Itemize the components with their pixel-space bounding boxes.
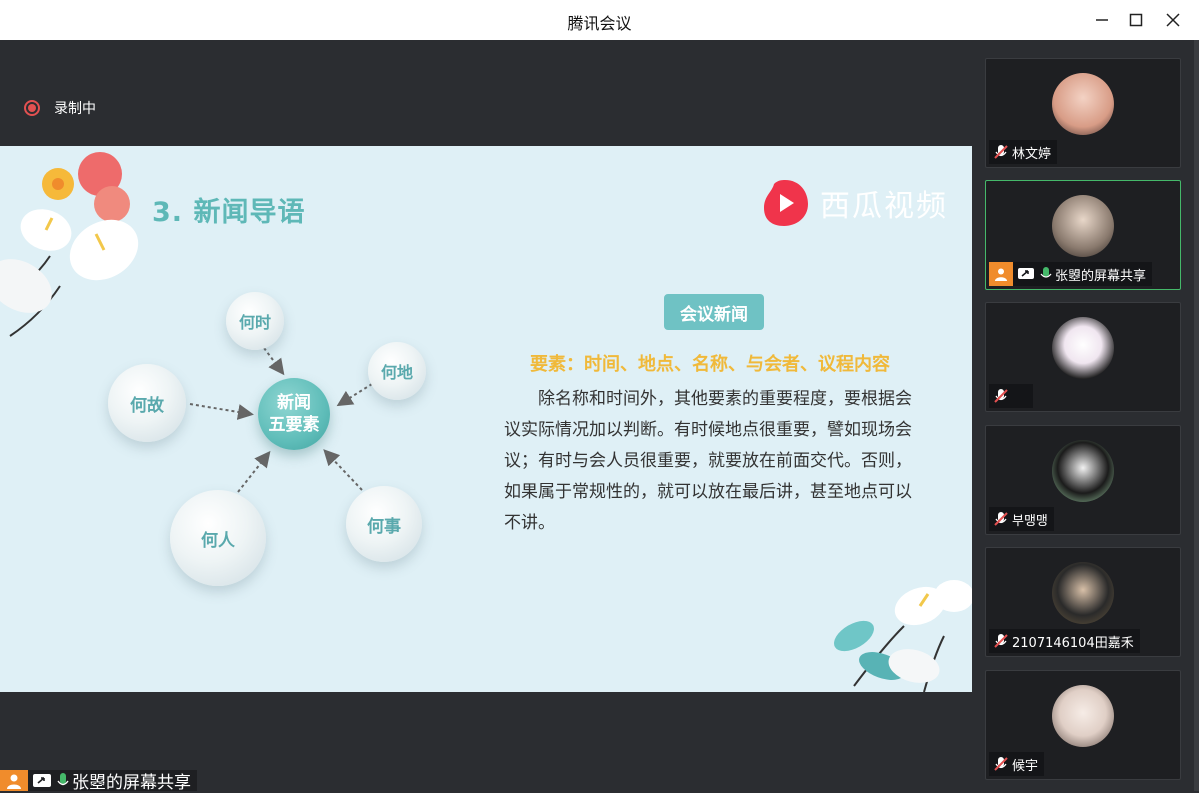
participant-tile[interactable]: 候宇 (985, 670, 1181, 780)
bubble-where: 何地 (368, 342, 426, 400)
record-icon (24, 100, 40, 116)
presentation-slide: 3. 新闻导语 西瓜视频 何时 何地 何故 何人 何事 新闻 五要素 会议新闻 (0, 146, 972, 692)
participant-name: 张曌的屏幕共享 (1055, 268, 1147, 284)
participant-tile[interactable]: 2107146104田嘉禾 (985, 547, 1181, 657)
screen-share-icon (1018, 268, 1034, 279)
participant-tile[interactable] (985, 302, 1181, 412)
section-tag: 会议新闻 (664, 294, 764, 330)
participant-name: 候宇 (1012, 758, 1039, 774)
minimize-button[interactable] (1086, 6, 1118, 34)
mic-muted-icon (994, 634, 1008, 648)
slide-paragraph: 除名称和时间外，其他要素的重要程度，要根据会议实际情况加以判断。有时候地点很重要… (504, 389, 912, 533)
shared-screen-area: 录制中 3. 新闻导语 西瓜视频 何时 何地 何故 何人 何事 新闻 五要素 会… (0, 40, 972, 791)
participant-tile[interactable]: 林文婷 (985, 58, 1181, 168)
sidebar-scrollbar[interactable] (1194, 40, 1199, 791)
center-line-1: 新闻 (277, 393, 311, 413)
mic-muted-icon (994, 512, 1008, 526)
maximize-button[interactable] (1120, 6, 1152, 34)
maximize-icon (1129, 13, 1143, 27)
avatar (1052, 440, 1114, 502)
mic-muted-icon (994, 389, 1008, 403)
title-bar: 腾讯会议 (0, 0, 1199, 41)
host-icon (989, 262, 1013, 286)
participant-name-tag: 2107146104田嘉禾 (989, 629, 1140, 653)
avatar (1052, 195, 1114, 257)
participant-name-tag: 候宇 (989, 752, 1045, 776)
mic-muted-icon (994, 757, 1008, 771)
participant-name-tag (989, 384, 1033, 408)
mic-muted-icon (994, 145, 1008, 159)
recording-indicator[interactable]: 录制中 (24, 98, 96, 118)
recording-label: 录制中 (54, 101, 96, 117)
participant-name-tag: 张曌的屏幕共享 (989, 262, 1153, 286)
participant-name: 2107146104田嘉禾 (1012, 635, 1134, 651)
mic-on-icon (57, 772, 69, 785)
bubble-why: 何故 (108, 364, 186, 442)
center-line-2: 五要素 (268, 415, 320, 435)
minimize-icon (1096, 19, 1108, 21)
avatar (1052, 685, 1114, 747)
participant-name: 林文婷 (1012, 146, 1052, 162)
avatar (1052, 562, 1114, 624)
participant-name-tag: 林文婷 (989, 140, 1058, 164)
slide-subtitle: 要素：时间、地点、名称、与会者、议程内容 (530, 354, 890, 375)
bubble-when: 何时 (226, 292, 284, 350)
avatar (1052, 317, 1114, 379)
participant-tile[interactable]: 부맹맹 (985, 425, 1181, 535)
close-button[interactable] (1157, 6, 1189, 34)
participant-name: 부맹맹 (1012, 513, 1048, 529)
bubble-what: 何事 (346, 486, 422, 562)
participant-sidebar: 林文婷 张曌的屏幕共享 부맹맹 2107146104田嘉禾 候宇 (972, 40, 1199, 791)
host-icon (0, 770, 28, 791)
flower-decoration-bottom-icon (834, 580, 972, 692)
share-label: 张曌的屏幕共享 (72, 773, 191, 793)
avatar (1052, 73, 1114, 135)
share-status-bar: 张曌的屏幕共享 (0, 770, 197, 793)
center-bubble: 新闻 五要素 (258, 378, 330, 450)
screen-share-icon (33, 773, 51, 787)
bubble-who: 何人 (170, 490, 266, 586)
close-icon (1166, 13, 1180, 27)
window-title: 腾讯会议 (567, 14, 632, 33)
participant-tile-active[interactable]: 张曌的屏幕共享 (985, 180, 1181, 290)
participant-name-tag: 부맹맹 (989, 507, 1054, 531)
mic-on-icon (1040, 267, 1052, 278)
